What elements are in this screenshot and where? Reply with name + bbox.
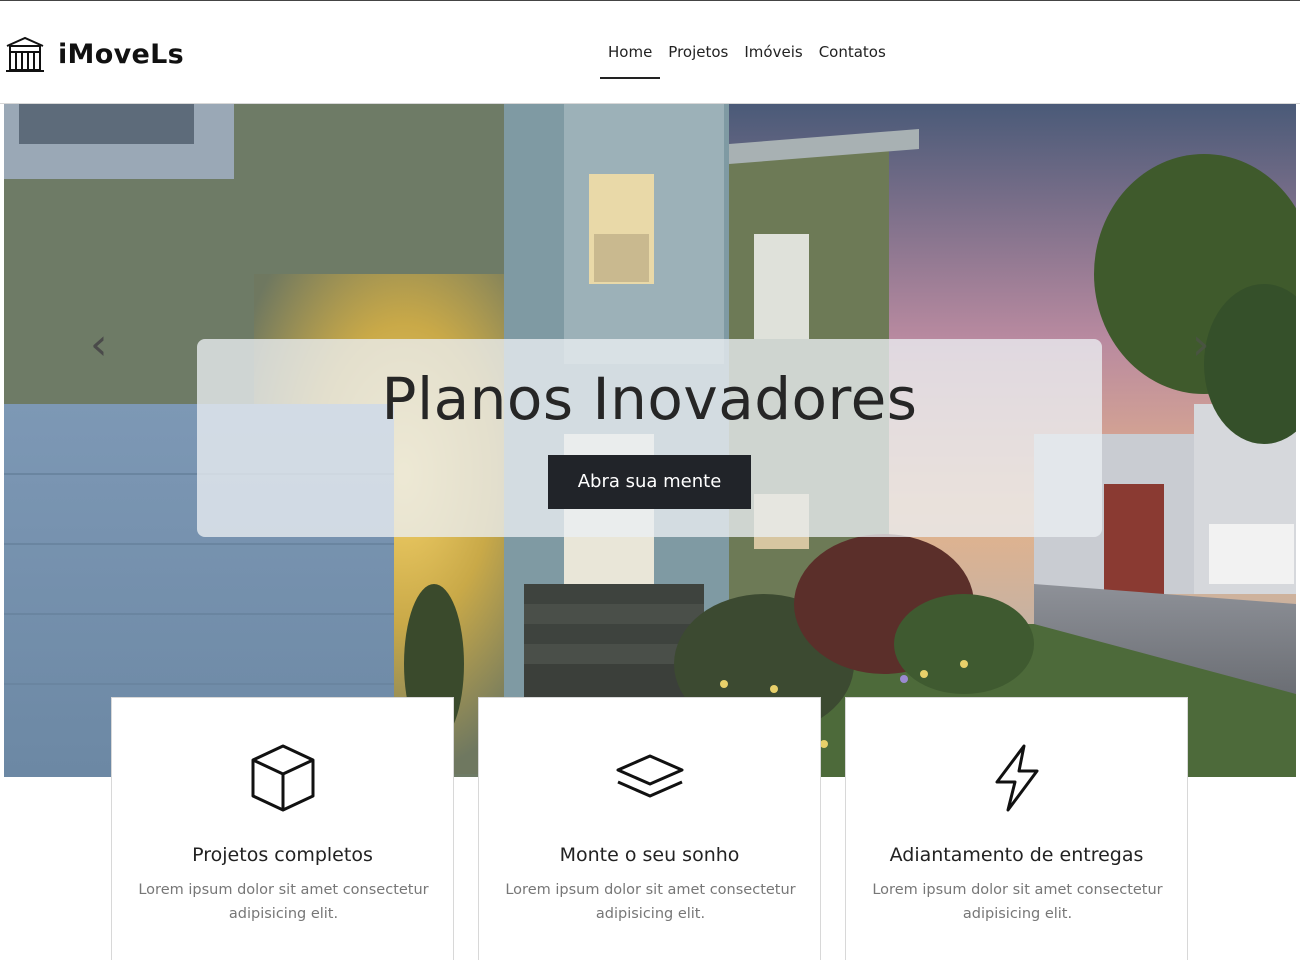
feature-text: Lorem ipsum dolor sit amet consectetur a… [138,882,429,922]
feature-text: Lorem ipsum dolor sit amet consectetur a… [505,882,796,922]
lightning-icon [995,744,1039,812]
carousel-next-button[interactable]: › [1192,319,1210,370]
feature-card: Adiantamento de entregas Lorem ipsum dol… [845,697,1188,960]
hero-cta-button[interactable]: Abra sua mente [548,455,751,509]
nav-item-imoveis[interactable]: Imóveis [736,43,810,79]
hero-caption: Planos Inovadores Abra sua mente [197,339,1102,537]
building-icon [6,36,44,72]
hero-carousel: ‹ › Planos Inovadores Abra sua mente [4,104,1296,777]
main-nav: Home Projetos Imóveis Contatos [600,43,894,79]
features-section: Projetos completos Lorem ipsum dolor sit… [111,697,1189,960]
feature-card: Projetos completos Lorem ipsum dolor sit… [111,697,454,960]
hero-title: Planos Inovadores [381,365,918,433]
feature-card: Monte o seu sonho Lorem ipsum dolor sit … [478,697,821,960]
layers-icon [616,754,684,798]
feature-title: Adiantamento de entregas [889,844,1144,866]
feature-title: Monte o seu sonho [559,844,740,866]
cube-icon [251,744,315,812]
nav-item-projetos[interactable]: Projetos [660,43,736,79]
feature-text: Lorem ipsum dolor sit amet consectetur a… [872,882,1163,922]
carousel-prev-button[interactable]: ‹ [90,319,108,370]
feature-title: Projetos completos [192,844,373,866]
site-header: iMoveLs Home Projetos Imóveis Contatos [0,1,1300,104]
nav-item-home[interactable]: Home [600,43,661,79]
brand[interactable]: iMoveLs [4,34,184,74]
nav-item-contatos[interactable]: Contatos [811,43,894,79]
brand-name: iMoveLs [58,38,184,70]
